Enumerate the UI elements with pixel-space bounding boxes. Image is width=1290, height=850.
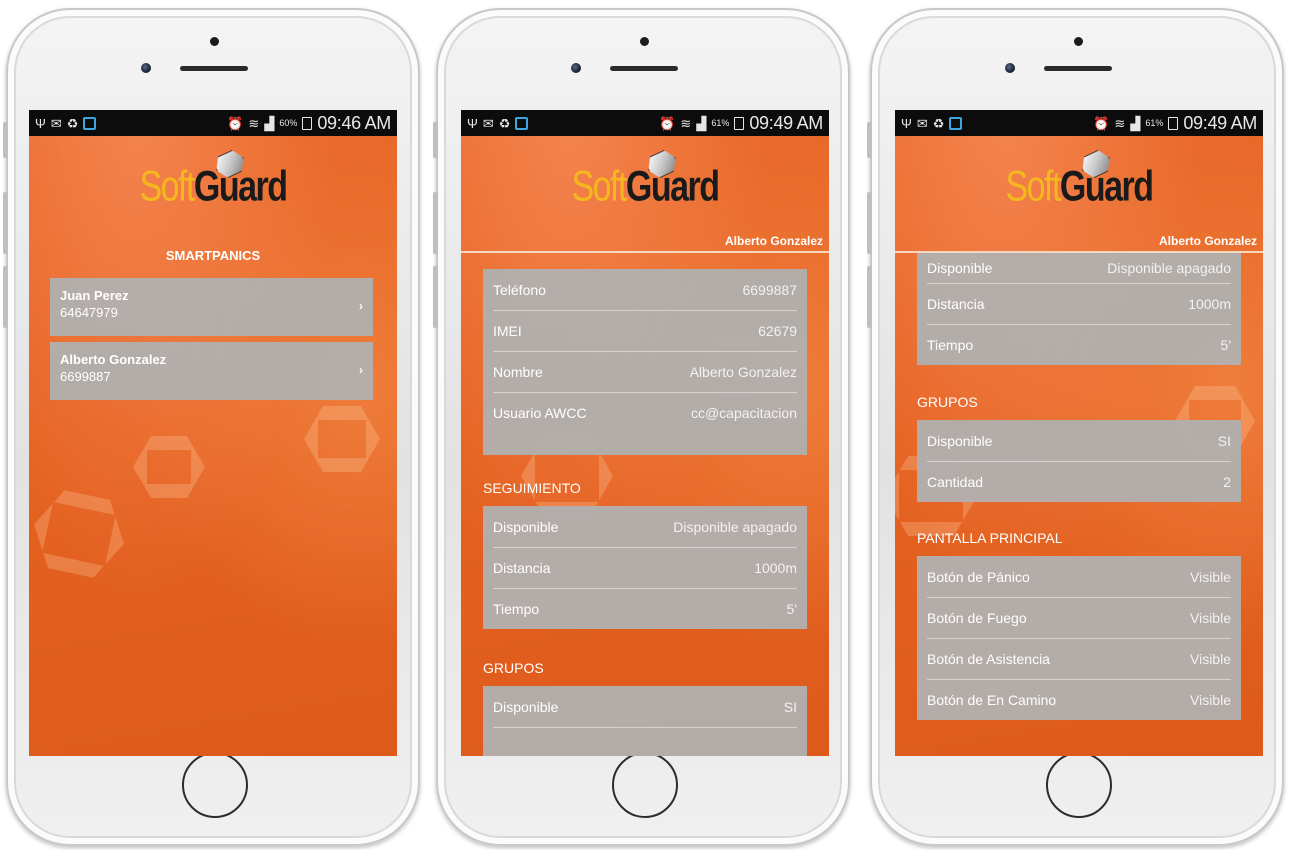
status-bar: Ψ ✉ ♻ ⏰ ≋ ▟ 60% 09:46 AM [29, 110, 397, 136]
setting-row[interactable]: Tiempo 5' [483, 588, 807, 629]
chevron-right-icon: › [359, 363, 363, 377]
info-card: Teléfono 6699887 IMEI 62679 Nombre Alberto … [483, 269, 807, 455]
softguard-logo: SoftGuard [461, 168, 829, 211]
screen: Ψ ✉ ♻ ⏰ ≋ ▟ 60% 09:46 AM SoftGuard SMART… [29, 110, 397, 756]
front-sensor [210, 37, 219, 46]
earpiece-speaker [1044, 66, 1112, 71]
seguimiento-card: Disponible Disponible apagado Distancia 10… [483, 506, 807, 629]
front-camera [141, 63, 151, 73]
page-title: SMARTPANICS [165, 248, 261, 263]
alarm-icon: ⏰ [227, 115, 244, 131]
header-divider [461, 251, 829, 253]
status-time: 09:46 AM [317, 112, 391, 133]
grupos-card: Disponible SI [483, 686, 807, 756]
section-title-seguimiento: SEGUIMIENTO [483, 480, 581, 496]
recycle-icon: ♻ [66, 115, 79, 131]
info-row: Nombre Alberto Gonzalez [483, 351, 807, 392]
usb-icon: Ψ [467, 115, 478, 131]
setting-row[interactable]: Tiempo 5' [917, 324, 1241, 365]
signal-icon: ▟ [696, 115, 707, 131]
setting-row[interactable]: Distancia 1000m [917, 283, 1241, 324]
app-screen: SoftGuard Alberto Gonzalez Disponible Dis… [895, 136, 1263, 756]
usb-icon: Ψ [901, 115, 912, 131]
chevron-right-icon: › [359, 299, 363, 313]
setting-row[interactable]: Disponible SI [483, 686, 807, 727]
status-bar: Ψ ✉ ♻ ⏰ ≋ ▟ 61% 09:49 AM [461, 110, 829, 136]
setting-row[interactable]: Botón de En Camino Visible [917, 679, 1241, 720]
recycle-icon: ♻ [932, 115, 945, 131]
screen: Ψ ✉ ♻ ⏰ ≋ ▟ 61% 09:49 AM SoftGuard Alber… [895, 110, 1263, 756]
setting-row-partial [483, 727, 807, 756]
app-screen: SoftGuard Alberto Gonzalez Teléfono 66998… [461, 136, 829, 756]
setting-row[interactable]: Distancia 1000m [483, 547, 807, 588]
contact-name: Alberto Gonzalez [60, 352, 167, 367]
wifi-icon: ≋ [680, 115, 692, 131]
status-time: 09:49 AM [749, 112, 823, 133]
app-screen: SoftGuard SMARTPANICS Juan Perez 6464797… [29, 136, 397, 756]
front-sensor [640, 37, 649, 46]
gmail-icon: ✉ [916, 115, 928, 131]
home-button[interactable] [182, 752, 248, 818]
earpiece-speaker [180, 66, 248, 71]
header-user-name: Alberto Gonzalez [1158, 234, 1257, 248]
section-title-pantalla-principal: PANTALLA PRINCIPAL [917, 530, 1063, 546]
gmail-icon: ✉ [50, 115, 62, 131]
battery-icon [302, 116, 313, 130]
contact-phone: 6699887 [60, 369, 111, 384]
header-user-name: Alberto Gonzalez [724, 234, 823, 248]
pantalla-card: Botón de Pánico Visible Botón de Fuego Vis… [917, 556, 1241, 720]
info-row: Teléfono 6699887 [493, 281, 797, 298]
battery-icon [1168, 116, 1179, 130]
gmail-icon: ✉ [482, 115, 494, 131]
app-blue-icon [949, 116, 963, 130]
alarm-icon: ⏰ [1093, 115, 1110, 131]
setting-row[interactable]: Botón de Asistencia Visible [917, 638, 1241, 679]
contact-phone: 64647979 [60, 305, 118, 320]
setting-row[interactable]: Botón de Pánico Visible [917, 556, 1241, 597]
front-sensor [1074, 37, 1083, 46]
app-blue-icon [515, 116, 529, 130]
phone-frame-1: Ψ ✉ ♻ ⏰ ≋ ▟ 60% 09:46 AM SoftGuard SMART… [3, 8, 420, 846]
phone-frame-2: Ψ ✉ ♻ ⏰ ≋ ▟ 61% 09:49 AM SoftGuard Alber… [433, 8, 850, 846]
battery-percent: 61% [1145, 118, 1164, 128]
status-bar: Ψ ✉ ♻ ⏰ ≋ ▟ 61% 09:49 AM [895, 110, 1263, 136]
alarm-icon: ⏰ [659, 115, 676, 131]
front-camera [1005, 63, 1015, 73]
wifi-icon: ≋ [1114, 115, 1126, 131]
usb-icon: Ψ [35, 115, 46, 131]
signal-icon: ▟ [1130, 115, 1141, 131]
home-button[interactable] [1046, 752, 1112, 818]
setting-row[interactable]: Disponible Disponible apagado [917, 253, 1241, 283]
status-time: 09:49 AM [1183, 112, 1257, 133]
setting-row[interactable]: Cantidad 2 [917, 461, 1241, 502]
list-item[interactable]: Juan Perez 64647979 › [50, 278, 373, 336]
contact-name: Juan Perez [60, 288, 129, 303]
wifi-icon: ≋ [248, 115, 260, 131]
grupos-card: Disponible SI Cantidad 2 [917, 420, 1241, 502]
earpiece-speaker [610, 66, 678, 71]
info-row: Usuario AWCC cc@capacitacion [483, 392, 807, 433]
setting-row[interactable]: Disponible Disponible apagado [483, 506, 807, 547]
screen: Ψ ✉ ♻ ⏰ ≋ ▟ 61% 09:49 AM SoftGuard Alber… [461, 110, 829, 756]
softguard-logo: SoftGuard [29, 168, 397, 211]
phone-frame-3: Ψ ✉ ♻ ⏰ ≋ ▟ 61% 09:49 AM SoftGuard Alber… [867, 8, 1284, 846]
recycle-icon: ♻ [498, 115, 511, 131]
setting-row[interactable]: Botón de Fuego Visible [917, 597, 1241, 638]
battery-percent: 61% [711, 118, 730, 128]
battery-percent: 60% [279, 118, 298, 128]
seguimiento-card: Disponible Disponible apagado Distancia 10… [917, 253, 1241, 365]
list-item[interactable]: Alberto Gonzalez 6699887 › [50, 342, 373, 400]
section-title-grupos: GRUPOS [917, 394, 978, 410]
front-camera [571, 63, 581, 73]
battery-icon [734, 116, 745, 130]
info-row: IMEI 62679 [483, 310, 807, 351]
softguard-logo: SoftGuard [895, 168, 1263, 211]
home-button[interactable] [612, 752, 678, 818]
setting-row[interactable]: Disponible SI [917, 420, 1241, 461]
section-title-grupos: GRUPOS [483, 660, 544, 676]
signal-icon: ▟ [264, 115, 275, 131]
app-blue-icon [83, 116, 97, 130]
